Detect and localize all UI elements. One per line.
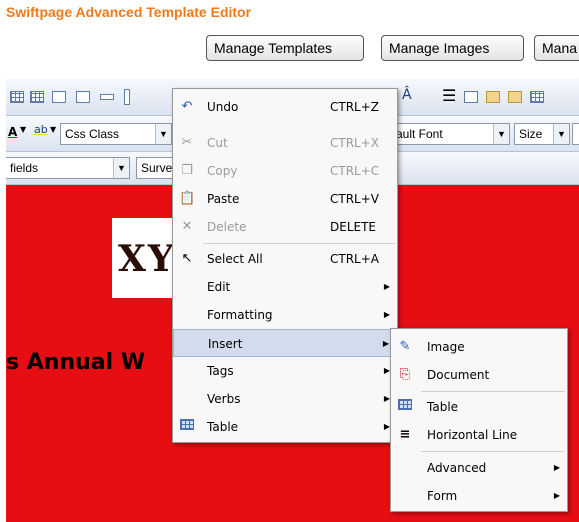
cut-icon: ✂ — [181, 135, 193, 150]
font-color-dropdown-icon[interactable]: ▼ — [20, 125, 26, 134]
extra-select[interactable] — [572, 123, 579, 145]
copy-icon: ❐ — [181, 163, 193, 178]
highlight-dropdown-icon[interactable]: ▼ — [50, 125, 56, 134]
menu-item-edit[interactable]: Edit ▶ — [173, 273, 397, 301]
insert-column-icon[interactable] — [52, 91, 66, 103]
manage-images-button[interactable]: Manage Images — [381, 35, 524, 61]
submenu-item-document[interactable]: ⎘ Document — [391, 361, 567, 389]
layer-back-icon[interactable] — [486, 91, 500, 103]
merge-cells-icon[interactable] — [100, 94, 114, 100]
font-select[interactable]: ault Font ▼ — [392, 123, 510, 145]
chevron-down-icon: ▼ — [553, 124, 569, 144]
insert-row-icon[interactable] — [76, 91, 90, 103]
size-select[interactable]: Size ▼ — [514, 123, 570, 145]
undo-icon: ↶ — [181, 99, 193, 114]
select-all-icon: ↖ — [181, 251, 193, 266]
submenu-arrow-icon: ▶ — [553, 463, 560, 472]
image-icon: ✎ — [399, 339, 411, 354]
headline-text[interactable]: s Annual W — [6, 350, 145, 375]
menu-separator — [203, 243, 395, 244]
chevron-down-icon: ▼ — [155, 124, 171, 144]
submenu-item-horizontal-line[interactable]: ≡ Horizontal Line — [391, 421, 567, 449]
insert-table-icon[interactable] — [10, 91, 24, 103]
context-menu: ↶ Undo CTRL+Z ✂ Cut CTRL+X ❐ Copy CTRL+C… — [172, 88, 398, 443]
submenu-arrow-icon: ▶ — [553, 491, 560, 500]
menu-separator — [421, 451, 565, 452]
justify-icon[interactable]: ☰ — [442, 86, 456, 105]
menu-item-tags[interactable]: Tags ▶ — [173, 357, 397, 385]
submenu-item-form[interactable]: Form ▶ — [391, 482, 567, 510]
pdf-document-icon: ⎘ — [399, 367, 411, 382]
highlight-color-icon[interactable]: ab — [34, 123, 48, 136]
menu-separator — [421, 391, 565, 392]
manage-templates-button[interactable]: Manage Templates — [206, 35, 364, 61]
fields-select[interactable]: fields ▼ — [6, 157, 130, 179]
css-class-select[interactable]: Css Class ▼ — [60, 123, 172, 145]
menu-item-delete[interactable]: ✕ Delete DELETE — [173, 213, 397, 241]
menu-item-copy[interactable]: ❐ Copy CTRL+C — [173, 157, 397, 185]
submenu-arrow-icon: ▶ — [382, 339, 389, 348]
menu-item-paste[interactable]: 📋 Paste CTRL+V — [173, 185, 397, 213]
chevron-down-icon: ▼ — [493, 124, 509, 144]
table-icon — [179, 419, 195, 435]
submenu-arrow-icon: ▶ — [383, 310, 390, 319]
menu-item-select-all[interactable]: ↖ Select All CTRL+A — [173, 245, 397, 273]
submenu-arrow-icon: ▶ — [383, 282, 390, 291]
menu-item-undo[interactable]: ↶ Undo CTRL+Z — [173, 93, 397, 121]
split-cell-icon[interactable] — [124, 89, 130, 105]
paste-icon: 📋 — [179, 191, 196, 206]
align-icon[interactable] — [464, 91, 478, 103]
layer-front-icon[interactable] — [508, 91, 522, 103]
insert-submenu: ✎ Image ⎘ Document Table ≡ Horizontal Li… — [390, 328, 568, 512]
table-icon — [397, 399, 413, 415]
submenu-item-advanced[interactable]: Advanced ▶ — [391, 454, 567, 482]
menu-item-insert[interactable]: Insert ▶ — [173, 329, 397, 357]
submenu-item-table[interactable]: Table — [391, 393, 567, 421]
menu-item-formatting[interactable]: Formatting ▶ — [173, 301, 397, 329]
menu-item-verbs[interactable]: Verbs ▶ — [173, 385, 397, 413]
submenu-item-image[interactable]: ✎ Image — [391, 333, 567, 361]
font-size-icon[interactable]: Â — [402, 87, 412, 103]
font-color-icon[interactable]: A — [8, 125, 17, 139]
grid-icon[interactable] — [530, 91, 544, 103]
manage-more-button[interactable]: Mana — [534, 35, 579, 61]
menu-item-table[interactable]: Table ▶ — [173, 413, 397, 441]
chevron-down-icon: ▼ — [113, 158, 129, 178]
delete-icon: ✕ — [181, 219, 193, 234]
app-title: Swiftpage Advanced Template Editor — [6, 4, 252, 20]
horizontal-line-icon: ≡ — [399, 427, 411, 442]
logo-text: XY — [118, 238, 176, 280]
table-properties-icon[interactable] — [30, 91, 44, 103]
menu-item-cut[interactable]: ✂ Cut CTRL+X — [173, 129, 397, 157]
